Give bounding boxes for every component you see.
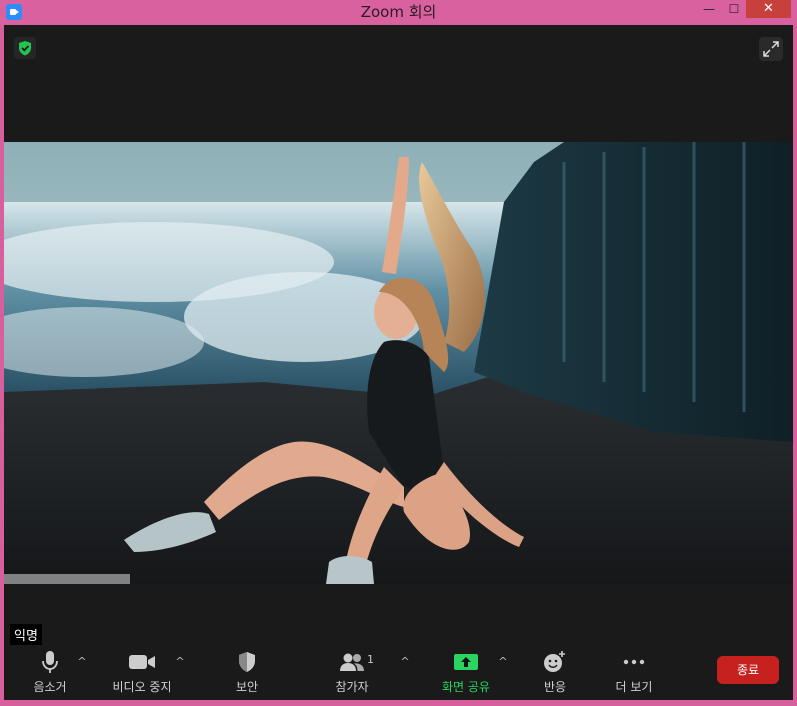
reactions-label: 반응: [543, 680, 567, 694]
participant-video: [4, 142, 793, 584]
security-label: 보안: [235, 680, 259, 694]
ellipsis-icon: [594, 649, 674, 675]
participants-label: 참가자: [335, 680, 369, 694]
end-meeting-button[interactable]: 종료: [717, 656, 779, 684]
video-label: 비디오 중지: [112, 680, 172, 694]
security-button[interactable]: 보안: [207, 649, 287, 695]
maximize-button[interactable]: ☐: [722, 0, 746, 18]
minimize-button[interactable]: —: [696, 0, 722, 18]
participants-button[interactable]: 참가자: [312, 649, 392, 695]
meeting-toolbar: 음소거 ^ 비디오 중지 ^ 보안 참가자 1 ^ 화면 공유 ^ 반응 더 보…: [4, 645, 793, 700]
participant-name: 익명: [10, 624, 42, 645]
share-arrow-icon: [426, 649, 506, 675]
more-button[interactable]: 더 보기: [594, 649, 674, 695]
meeting-window: 익명 음소거 ^ 비디오 중지 ^ 보안 참가자 1 ^ 화면 공유 ^ 반응 …: [4, 25, 793, 700]
people-icon: [312, 649, 392, 675]
window-title: Zoom 회의: [360, 3, 437, 21]
audio-options-caret[interactable]: ^: [75, 655, 89, 669]
title-bar: Zoom 회의 — ☐ ✕: [0, 0, 797, 24]
expand-icon[interactable]: [759, 37, 783, 61]
share-label: 화면 공유: [442, 680, 490, 694]
share-screen-button[interactable]: 화면 공유: [426, 649, 506, 695]
more-label: 더 보기: [615, 680, 653, 694]
share-options-caret[interactable]: ^: [496, 655, 510, 669]
stop-video-button[interactable]: 비디오 중지: [102, 649, 182, 695]
shield-check-icon[interactable]: [14, 37, 36, 59]
smiley-plus-icon: [515, 649, 595, 675]
mute-label: 음소거: [33, 680, 67, 694]
shield-icon: [207, 649, 287, 675]
video-camera-icon: [102, 649, 182, 675]
participants-count: 1: [367, 653, 374, 666]
reactions-button[interactable]: 반응: [515, 649, 595, 695]
participants-options-caret[interactable]: ^: [398, 655, 412, 669]
video-options-caret[interactable]: ^: [173, 655, 187, 669]
close-button[interactable]: ✕: [746, 0, 791, 18]
